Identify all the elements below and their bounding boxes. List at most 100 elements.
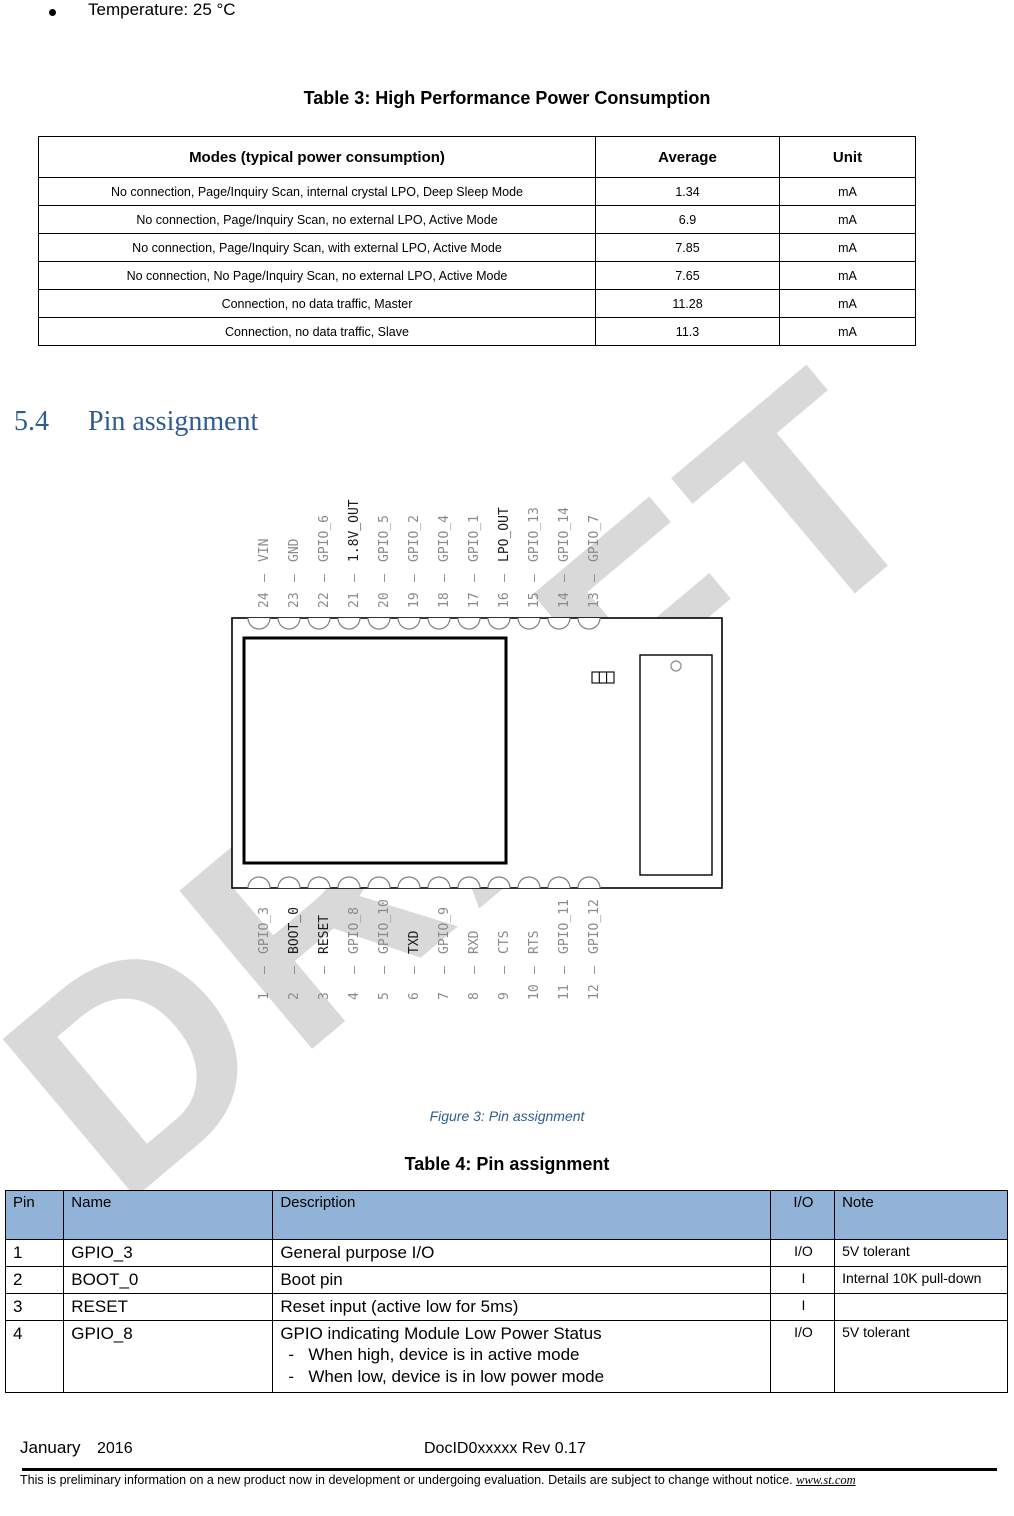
bottom-pin-number: 5 — [377, 992, 392, 1000]
bottom-pin-name: GPIO_12 — [587, 899, 602, 954]
top-pin-dash: – — [347, 574, 362, 582]
top-pin-dash: – — [527, 574, 542, 582]
bottom-pin-dash: – — [377, 966, 392, 974]
table4-cell-pin: 3 — [4, 1293, 65, 1321]
top-pin-number: 20 — [377, 592, 392, 608]
top-pin-name: GND — [287, 538, 302, 562]
table3-header-row: Modes (typical power consumption) Averag… — [38, 136, 916, 178]
table3-cell-unit: mA — [779, 289, 916, 318]
module-drawing: 24 – VIN 23 – GND 22 – GPIO_6 21 – 1.8V_… — [231, 499, 723, 1000]
table3-caption: Table 3: High Performance Power Consumpt… — [303, 88, 711, 108]
bottom-pin-dash: – — [347, 966, 362, 974]
dash-bullet-icon: - — [288, 1345, 294, 1364]
top-pin-name: GPIO_1 — [467, 515, 482, 562]
temperature-bullet-text: Temperature: 25 °C — [88, 0, 236, 19]
module-antenna-outline — [639, 654, 713, 876]
bottom-pin-name: RTS — [527, 931, 542, 954]
table4-description-main: GPIO indicating Module Low Power Status — [280, 1324, 602, 1343]
table4-cell-description: GPIO indicating Module Low Power Status … — [272, 1320, 771, 1393]
top-pin-number: 24 — [257, 592, 272, 608]
top-pin-number: 19 — [407, 592, 422, 608]
footer-doc-id: DocID0xxxxx Rev 0.17 — [424, 1440, 586, 1457]
top-pin-number: 23 — [287, 592, 302, 608]
table3-header-average: Average — [595, 136, 780, 178]
bottom-pin-name: RESET — [317, 915, 332, 954]
top-pin-labels: 24 – VIN 23 – GND 22 – GPIO_6 21 – 1.8V_… — [257, 499, 602, 608]
bottom-pin-number: 9 — [497, 992, 512, 1000]
section-number: 5.4 — [14, 406, 49, 437]
top-pin-name: GPIO_6 — [317, 515, 332, 562]
table4-cell-description: General purpose I/O — [272, 1239, 771, 1267]
top-pin-name: GPIO_2 — [407, 515, 422, 562]
table3-cell-unit: mA — [779, 205, 916, 234]
section-heading: 5.4 Pin assignment — [0, 406, 700, 446]
bottom-pin-dash: – — [317, 966, 332, 974]
table4-header-description: Description — [272, 1190, 771, 1240]
footer-month: January — [20, 1438, 81, 1457]
table3-cell-mode: Connection, no data traffic, Master — [38, 289, 596, 318]
table3-cell-mode: No connection, No Page/Inquiry Scan, no … — [38, 261, 596, 290]
table3-cell-average: 7.65 — [595, 261, 780, 290]
bottom-pin-dash: – — [257, 966, 272, 974]
bottom-pin-number: 4 — [347, 992, 362, 1000]
table3-header-unit: Unit — [779, 136, 916, 178]
pin-assignment-table: Pin Name Description I/O Note 1 GPIO_3 G… — [4, 1190, 1008, 1393]
bottom-pin-name: GPIO_9 — [437, 907, 452, 954]
table-row: 4 GPIO_8 GPIO indicating Module Low Powe… — [4, 1320, 1008, 1393]
table4-cell-io: I/O — [769, 1320, 836, 1393]
table4-header-name: Name — [63, 1190, 274, 1240]
table4-caption: Table 4: Pin assignment — [404, 1154, 610, 1174]
table-row: Connection, no data traffic, Slave 11.3 … — [38, 317, 916, 346]
top-pin-number: 18 — [437, 592, 452, 608]
list-item: - When low, device is in low power mode — [280, 1366, 764, 1388]
table3-cell-mode: No connection, Page/Inquiry Scan, no ext… — [38, 205, 596, 234]
table3-cell-unit: mA — [779, 177, 916, 206]
table-row: 1 GPIO_3 General purpose I/O I/O 5V tole… — [4, 1239, 1008, 1267]
footer-url-link[interactable]: www.st.com — [796, 1473, 856, 1487]
bottom-pin-name: GPIO_8 — [347, 907, 362, 954]
table-row: No connection, Page/Inquiry Scan, intern… — [38, 177, 916, 206]
table4-cell-note: Internal 10K pull-down — [834, 1266, 1008, 1294]
module-shield-can — [242, 636, 508, 865]
table4-cell-note: 5V tolerant — [834, 1239, 1008, 1267]
table4-cell-pin: 1 — [4, 1239, 65, 1267]
top-pin-number: 17 — [467, 592, 482, 608]
figure-caption: Figure 3: Pin assignment — [429, 1108, 585, 1124]
bottom-pin-number: 8 — [467, 992, 482, 1000]
top-pin-number: 22 — [317, 592, 332, 608]
table-row: 3 RESET Reset input (active low for 5ms)… — [4, 1293, 1008, 1321]
pin-assignment-figure: 24 – VIN 23 – GND 22 – GPIO_6 21 – 1.8V_… — [0, 490, 1014, 1090]
table3-cell-average: 11.28 — [595, 289, 780, 318]
bottom-pin-dash: – — [557, 966, 572, 974]
dash-bullet-icon: - — [288, 1367, 294, 1387]
table4-cell-name: GPIO_8 — [63, 1320, 274, 1393]
bottom-pin-number: 2 — [287, 992, 302, 1000]
table4-header-note: Note — [834, 1190, 1008, 1240]
table3-cell-unit: mA — [779, 233, 916, 262]
table4-cell-note: 5V tolerant — [834, 1320, 1008, 1393]
bottom-pin-name: GPIO_10 — [377, 899, 392, 954]
list-item-label: When high, device is in active mode — [308, 1345, 580, 1364]
footer-year: 2016 — [97, 1440, 133, 1457]
footer-notice: This is preliminary information on a new… — [20, 1470, 980, 1491]
table3-cell-average: 7.85 — [595, 233, 780, 262]
table4-header-io: I/O — [769, 1190, 836, 1240]
bottom-pin-labels: 1 – GPIO_3 2 – BOOT_0 3 – RESET 4 – GPIO… — [257, 899, 602, 1000]
document-page: DRAFT Temperature: 25 °C Table 3: High P… — [0, 0, 1014, 1516]
footer-notice-text: This is preliminary information on a new… — [20, 1473, 797, 1487]
bottom-pin-number: 11 — [557, 984, 572, 1000]
bottom-pin-number: 7 — [437, 992, 452, 1000]
table3-cell-mode: No connection, Page/Inquiry Scan, with e… — [38, 233, 596, 262]
table3-cell-mode: No connection, Page/Inquiry Scan, intern… — [38, 177, 596, 206]
power-consumption-table: Modes (typical power consumption) Averag… — [38, 136, 916, 346]
table4-cell-pin: 2 — [4, 1266, 65, 1294]
top-pin-dash: – — [437, 574, 452, 582]
table3-cell-average: 1.34 — [595, 177, 780, 206]
top-pin-dash: – — [287, 574, 302, 582]
bottom-pin-number: 3 — [317, 992, 332, 1000]
module-antenna-feed-icon — [670, 660, 682, 672]
top-pin-name: VIN — [257, 539, 272, 562]
top-pin-number: 21 — [347, 592, 362, 608]
top-pin-number: 15 — [527, 592, 542, 608]
table3-cell-average: 6.9 — [595, 205, 780, 234]
